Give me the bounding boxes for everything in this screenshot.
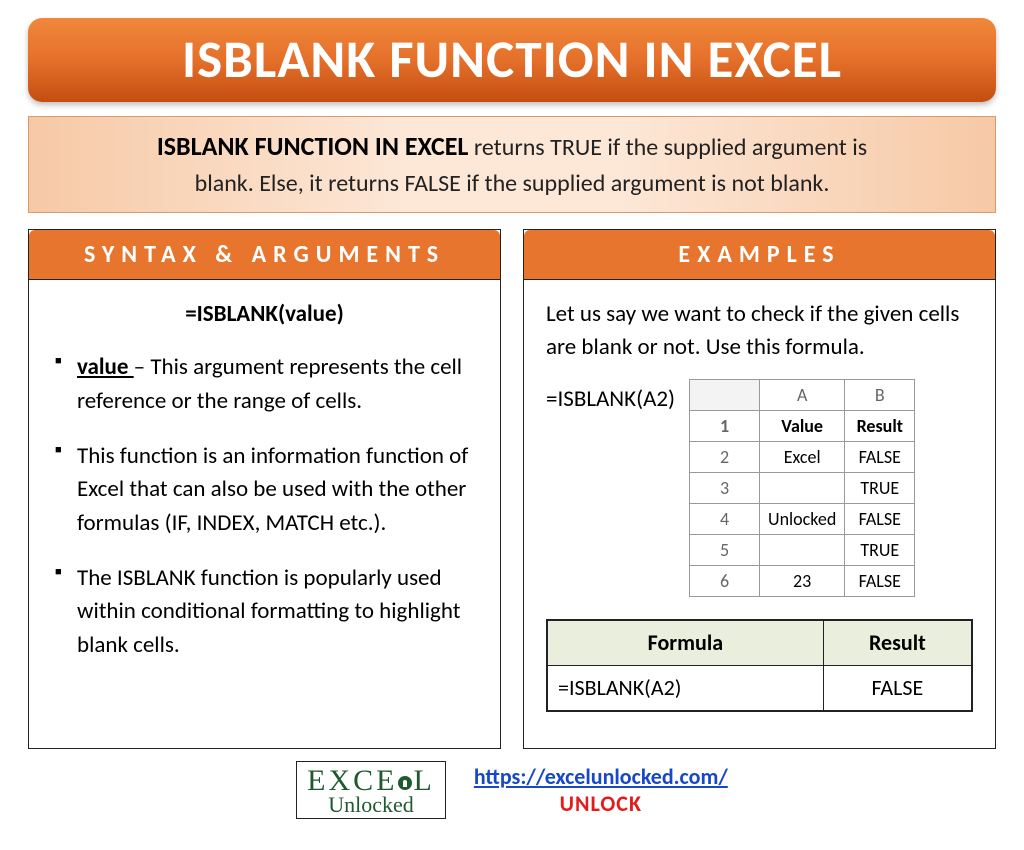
intro-box: ISBLANK FUNCTION IN EXCEL returns TRUE i… [28, 116, 996, 213]
excel-unlocked-logo: EXCEL Unlocked [296, 761, 446, 819]
sheet-cell: TRUE [845, 472, 915, 503]
syntax-formula: =ISBLANK(value) [51, 298, 478, 331]
syntax-header: SYNTAX & ARGUMENTS [29, 230, 500, 280]
footer-links: https://excelunlocked.com/ UNLOCK [474, 763, 728, 817]
sheet-cell: 23 [760, 566, 845, 597]
sheet-cell: Excel [760, 441, 845, 472]
sheet-h-result: Result [845, 410, 915, 441]
result-value-cell: FALSE [823, 666, 972, 711]
sheet-rownum-5: 5 [690, 535, 760, 566]
syntax-card: SYNTAX & ARGUMENTS =ISBLANK(value) value… [28, 229, 501, 749]
arg-desc: – This argument represents the cell refe… [77, 353, 462, 414]
sheet-rownum-1: 1 [690, 410, 760, 441]
syntax-arg-value: value – This argument represents the cel… [55, 351, 478, 418]
sheet-cell [760, 472, 845, 503]
sheet-rownum-3: 3 [690, 472, 760, 503]
result-table: Formula Result =ISBLANK(A2) FALSE [546, 619, 973, 712]
sheet-cell: FALSE [845, 566, 915, 597]
examples-header: EXAMPLES [524, 230, 995, 280]
keyhole-icon [398, 776, 412, 790]
sheet-cell: FALSE [845, 441, 915, 472]
footer-tag: UNLOCK [560, 790, 642, 817]
intro-lead: ISBLANK FUNCTION IN EXCEL [157, 130, 469, 162]
intro-rest2: blank. Else, it returns FALSE if the sup… [195, 169, 830, 198]
sheet-rownum-4: 4 [690, 504, 760, 535]
examples-card: EXAMPLES Let us say we want to check if … [523, 229, 996, 749]
intro-rest1: returns TRUE if the supplied argument is [468, 133, 867, 162]
sheet-col-a: A [760, 379, 845, 410]
sheet-cell: TRUE [845, 535, 915, 566]
syntax-body: =ISBLANK(value) value – This argument re… [29, 280, 500, 680]
sheet-cell: Unlocked [760, 504, 845, 535]
footer: EXCEL Unlocked https://excelunlocked.com… [28, 761, 996, 819]
example-row: =ISBLANK(A2) A B 1 Value Result 2 Excel [546, 379, 973, 598]
footer-url-link[interactable]: https://excelunlocked.com/ [474, 763, 728, 790]
result-header-formula: Formula [547, 620, 823, 665]
result-formula-cell: =ISBLANK(A2) [547, 666, 823, 711]
page-title-banner: ISBLANK FUNCTION IN EXCEL [28, 18, 996, 102]
result-header-result: Result [823, 620, 972, 665]
sheet-cell [760, 535, 845, 566]
example-formula: =ISBLANK(A2) [546, 379, 675, 416]
page-title-text: ISBLANK FUNCTION IN EXCEL [182, 28, 842, 92]
sheet-rownum-2: 2 [690, 441, 760, 472]
sheet-corner [690, 379, 760, 410]
columns-container: SYNTAX & ARGUMENTS =ISBLANK(value) value… [28, 229, 996, 749]
sheet-col-b: B [845, 379, 915, 410]
sheet-cell: FALSE [845, 504, 915, 535]
logo-unlocked-text: Unlocked [307, 794, 435, 816]
syntax-arguments-list: value – This argument represents the cel… [51, 351, 478, 662]
arg-label: value [77, 353, 134, 381]
examples-intro: Let us say we want to check if the given… [546, 298, 973, 365]
sheet-rownum-6: 6 [690, 566, 760, 597]
syntax-bullet-3: The ISBLANK function is popularly used w… [55, 562, 478, 662]
examples-body: Let us say we want to check if the given… [524, 280, 995, 730]
sheet-h-value: Value [760, 410, 845, 441]
example-spreadsheet: A B 1 Value Result 2 Excel FALSE 3 [689, 379, 915, 598]
syntax-bullet-2: This function is an information function… [55, 440, 478, 540]
